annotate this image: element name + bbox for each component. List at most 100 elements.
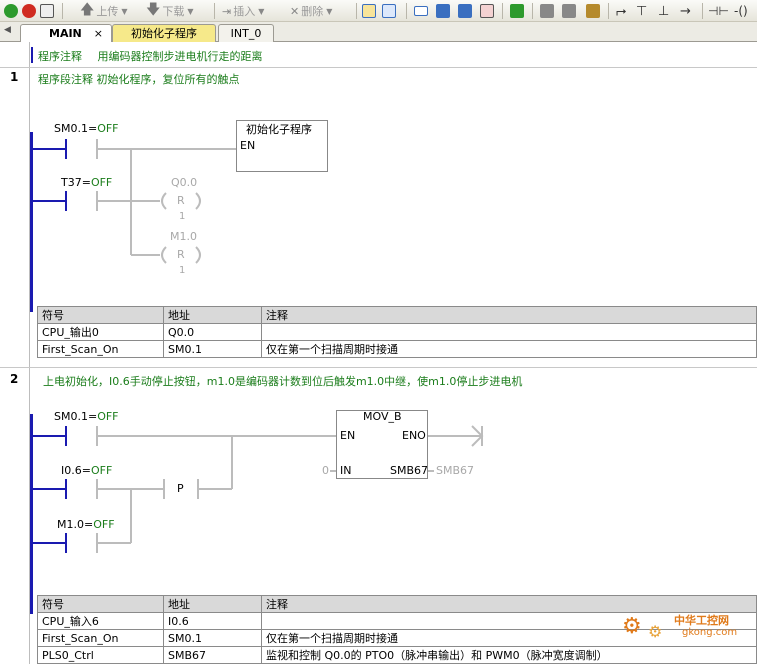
out-operand[interactable]: SMB67 bbox=[436, 464, 474, 477]
line-tool-button[interactable]: ⮣ bbox=[616, 2, 626, 20]
comment-cell bbox=[261, 323, 757, 341]
address-cell: SM0.1 bbox=[163, 629, 262, 647]
contact-icon: ⊣⊢ bbox=[708, 4, 729, 18]
address-cell: Q0.0 bbox=[163, 323, 262, 341]
lock-icon bbox=[586, 4, 600, 18]
contact-sm01[interactable]: SM0.1=OFF bbox=[54, 410, 119, 423]
tab-int0[interactable]: INT_0 bbox=[218, 24, 274, 42]
tab-main[interactable]: MAIN × bbox=[20, 24, 112, 42]
arrow-left-icon bbox=[436, 4, 450, 18]
ladder-editor: 程序注释 用编码器控制步进电机行走的距离 1 程序段注释 初始化程序，复位所有的… bbox=[0, 42, 757, 664]
tab-init-subroutine[interactable]: 初始化子程序 bbox=[112, 24, 216, 42]
upload-label: 上传 bbox=[96, 5, 119, 18]
tab-label: MAIN bbox=[49, 27, 82, 40]
contact-equals: = bbox=[83, 518, 94, 531]
network-view-button[interactable] bbox=[362, 2, 376, 20]
delete-network-button[interactable] bbox=[480, 2, 494, 20]
insert-button[interactable]: ⇥ 插入 ▼ bbox=[222, 2, 264, 20]
mov-in: IN bbox=[340, 464, 352, 477]
column-header: 符号 bbox=[37, 306, 164, 324]
coil-count: 1 bbox=[179, 265, 186, 276]
upload-button[interactable]: 🡅 上传 ▼ bbox=[80, 2, 128, 20]
delete-icon: ✕ bbox=[290, 4, 300, 18]
compile-button[interactable] bbox=[510, 2, 524, 20]
stop-icon bbox=[22, 4, 36, 18]
table-header-row: 符号 地址 注释 bbox=[37, 306, 757, 324]
lock3-button[interactable] bbox=[586, 2, 600, 20]
watermark-url: gkong.com bbox=[682, 627, 738, 638]
delete-button[interactable]: ✕ 删除 ▼ bbox=[290, 2, 332, 20]
toolbar-separator bbox=[356, 3, 357, 19]
table-row: PLS0_Ctrl SMB67 监视和控制 Q0.0的 PTO0（脉冲串输出）和… bbox=[37, 646, 757, 664]
line-up-icon: ⊥ bbox=[658, 3, 670, 19]
coil-count: 1 bbox=[179, 211, 186, 222]
nav-back-button[interactable] bbox=[436, 2, 450, 20]
play-icon bbox=[4, 4, 18, 18]
column-header: 地址 bbox=[163, 306, 262, 324]
nav-forward-button[interactable] bbox=[458, 2, 472, 20]
contact-equals: = bbox=[87, 410, 98, 423]
comment-cell: 监视和控制 Q0.0的 PTO0（脉冲串输出）和 PWM0（脉冲宽度调制） bbox=[261, 646, 757, 664]
arrow-up-icon: 🡅 bbox=[80, 2, 95, 18]
contact-i06[interactable]: I0.6=OFF bbox=[61, 464, 112, 477]
in-operand[interactable]: 0 bbox=[322, 464, 329, 477]
network-view2-button[interactable] bbox=[382, 2, 396, 20]
contact-value: OFF bbox=[90, 176, 113, 189]
table-row: CPU_输出0 Q0.0 bbox=[37, 323, 757, 341]
mov-en: EN bbox=[340, 429, 356, 442]
contact-button[interactable]: ⊣⊢ bbox=[708, 2, 729, 20]
download-button[interactable]: 🡇 下载 ▼ bbox=[146, 2, 194, 20]
subroutine-en: EN bbox=[240, 139, 256, 152]
edit-button[interactable] bbox=[40, 2, 54, 20]
lock2-button[interactable] bbox=[562, 2, 576, 20]
tab-bar: ◀ MAIN × 初始化子程序 INT_0 bbox=[0, 22, 757, 42]
toolbar: 🡅 上传 ▼ 🡇 下载 ▼ ⇥ 插入 ▼ ✕ 删除 ▼ ⮣ ⊤ ⊥ → ⊣⊢ -… bbox=[0, 0, 757, 22]
toolbar-separator bbox=[608, 3, 609, 19]
comment-cell: 仅在第一个扫描周期时接通 bbox=[261, 340, 757, 358]
line-icon: ⮣ bbox=[616, 3, 627, 19]
contact-m10[interactable]: M1.0=OFF bbox=[57, 518, 115, 531]
symbol-table: 符号 地址 注释 CPU_输出0 Q0.0 First_Scan_On SM0.… bbox=[37, 306, 757, 358]
box-icon bbox=[414, 6, 428, 16]
toolbar-separator bbox=[406, 3, 407, 19]
coil-button[interactable]: -() bbox=[734, 2, 748, 20]
contact-equals: = bbox=[81, 176, 91, 189]
column-header: 符号 bbox=[37, 595, 164, 613]
chevron-down-icon: ▼ bbox=[121, 6, 128, 16]
arrow-right-icon: → bbox=[680, 3, 691, 19]
subroutine-title[interactable]: 初始化子程序 bbox=[246, 121, 312, 137]
compile-icon bbox=[510, 4, 524, 18]
download-label: 下载 bbox=[162, 5, 185, 18]
address-cell: SM0.1 bbox=[163, 340, 262, 358]
coil-type: R bbox=[177, 248, 185, 261]
table-row: First_Scan_On SM0.1 仅在第一个扫描周期时接通 bbox=[37, 340, 757, 358]
coil-address[interactable]: Q0.0 bbox=[171, 176, 197, 189]
contact-equals: = bbox=[81, 464, 91, 477]
lock-button[interactable] bbox=[540, 2, 554, 20]
network-icon bbox=[362, 4, 376, 18]
network-divider bbox=[0, 367, 757, 368]
run-button[interactable] bbox=[4, 2, 18, 20]
close-icon[interactable]: × bbox=[94, 25, 103, 42]
contact-sm01[interactable]: SM0.1=OFF bbox=[54, 122, 119, 135]
mov-eno: ENO bbox=[402, 429, 426, 442]
symbol-cell: CPU_输入6 bbox=[37, 612, 164, 630]
line-down-button[interactable]: ⊤ bbox=[636, 2, 647, 20]
toolbar-separator bbox=[702, 3, 703, 19]
contact-value: OFF bbox=[93, 518, 115, 531]
mov-b-title[interactable]: MOV_B bbox=[363, 410, 402, 423]
coil-address[interactable]: M1.0 bbox=[170, 230, 197, 243]
line-right-button[interactable]: → bbox=[680, 2, 691, 20]
line-up-button[interactable]: ⊥ bbox=[658, 2, 669, 20]
edit-icon bbox=[40, 4, 54, 18]
insert-label: 插入 bbox=[233, 5, 256, 18]
network-comment[interactable]: 上电初始化，I0.6手动停止按钮，m1.0是编码器计数到位后触发m1.0中继，使… bbox=[43, 373, 522, 389]
stop-button[interactable] bbox=[22, 2, 36, 20]
watermark-brand: 中华工控网 bbox=[674, 614, 729, 627]
chevron-down-icon: ▼ bbox=[258, 6, 265, 16]
box-button[interactable] bbox=[414, 2, 428, 20]
tab-scroll-left-icon[interactable]: ◀ bbox=[4, 25, 11, 35]
tab-label: INT_0 bbox=[230, 27, 262, 40]
contact-t37[interactable]: T37=OFF bbox=[61, 176, 112, 189]
symbol-cell: First_Scan_On bbox=[37, 340, 164, 358]
